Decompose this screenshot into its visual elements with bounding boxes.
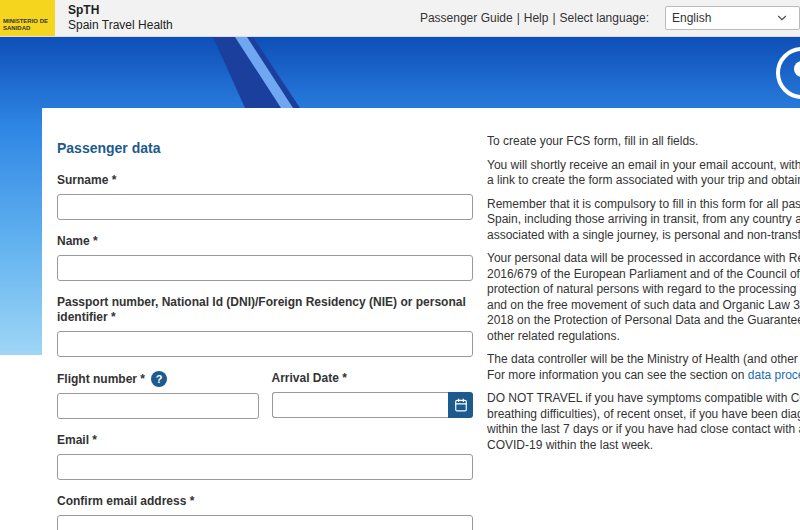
form-field: Passport number, National Id (DNI)/Forei…: [57, 295, 473, 357]
info-line: Spain, including those arriving in trans…: [487, 212, 800, 228]
text-input[interactable]: [57, 255, 473, 281]
header-link[interactable]: Help: [524, 9, 549, 27]
field-label: Surname *: [57, 173, 473, 188]
header-links: Passenger Guide|Help|Select language:: [420, 9, 649, 27]
info-paragraph: The data controller will be the Ministry…: [487, 352, 800, 383]
info-line: Your personal data will be processed in …: [487, 251, 800, 267]
language-select[interactable]: English: [665, 6, 800, 30]
form-field: Arrival Date *: [272, 371, 474, 419]
info-paragraph: DO NOT TRAVEL if you have symptoms compa…: [487, 391, 800, 453]
info-text: To create your FCS form, fill in all fie…: [487, 108, 800, 530]
form-row: Surname *: [57, 173, 473, 220]
info-line: DO NOT TRAVEL if you have symptoms compa…: [487, 391, 800, 407]
text-input[interactable]: [57, 515, 473, 530]
header-link[interactable]: Passenger Guide: [420, 9, 513, 27]
form-row: Confirm email address *: [57, 494, 473, 530]
info-line: and on the free movement of such data an…: [487, 298, 800, 314]
form-row: Name *: [57, 234, 473, 281]
info-paragraph: To create your FCS form, fill in all fie…: [487, 134, 800, 150]
info-line: within the last 7 days or if you have ha…: [487, 422, 800, 438]
data-processing-link[interactable]: data process: [748, 368, 800, 382]
form-row: Flight number *? Arrival Date *: [57, 371, 473, 419]
emblem-icon: [770, 45, 800, 107]
date-input[interactable]: [272, 392, 449, 418]
form-title: Passenger data: [57, 141, 473, 156]
date-field: [272, 392, 474, 418]
info-line: For more information you can see the sec…: [487, 368, 800, 384]
page: MINISTERIO DE SANIDAD SpTHSpain Travel He…: [0, 0, 800, 530]
app-title: SpTHSpain Travel Health: [68, 3, 173, 33]
info-line: a link to create the form associated wit…: [487, 173, 800, 189]
form-field: Surname *: [57, 173, 473, 220]
form-row: Passport number, National Id (DNI)/Forei…: [57, 295, 473, 357]
field-label: Confirm email address *: [57, 494, 473, 509]
field-label: Arrival Date *: [272, 371, 474, 386]
calendar-icon: [454, 398, 468, 412]
info-line: The data controller will be the Ministry…: [487, 352, 800, 368]
info-line: 2016/679 of the European Parliament and …: [487, 267, 800, 283]
field-label: Name *: [57, 234, 473, 249]
field-label: Passport number, National Id (DNI)/Forei…: [57, 295, 473, 325]
form-field: Flight number *?: [57, 371, 259, 419]
info-paragraph: Remember that it is compulsory to fill i…: [487, 197, 800, 244]
ministry-logo: MINISTERIO DE SANIDAD: [0, 0, 55, 36]
separator: |: [552, 9, 555, 27]
info-paragraph: You will shortly receive an email in you…: [487, 158, 800, 189]
info-line: COVID-19 within the last week.: [487, 438, 800, 454]
passenger-form: Passenger data Surname * Name * Passport nu…: [57, 108, 473, 530]
info-line: protection of natural persons with regar…: [487, 282, 800, 298]
info-line: associated with a single journey, is per…: [487, 228, 800, 244]
form-field: Email *: [57, 433, 473, 480]
text-input[interactable]: [57, 194, 473, 220]
form-field: Name *: [57, 234, 473, 281]
info-line: To create your FCS form, fill in all fie…: [487, 134, 800, 150]
field-label: Flight number *?: [57, 371, 259, 387]
airplane-tail-icon: [205, 37, 305, 108]
text-input[interactable]: [57, 393, 259, 419]
form-field: Confirm email address *: [57, 494, 473, 530]
form-row: Email *: [57, 433, 473, 480]
calendar-button[interactable]: [448, 392, 473, 418]
separator: |: [517, 9, 520, 27]
text-input[interactable]: [57, 454, 473, 480]
info-line: Remember that it is compulsory to fill i…: [487, 197, 800, 213]
info-line: other related regulations.: [487, 329, 800, 345]
form-panel: Passenger data Surname * Name * Passport nu…: [42, 108, 800, 530]
text-input[interactable]: [57, 331, 473, 357]
help-icon[interactable]: ?: [151, 371, 167, 387]
top-bar: MINISTERIO DE SANIDAD SpTHSpain Travel He…: [0, 0, 800, 37]
chevron-icon: [775, 11, 789, 25]
info-line: breathing difficulties), of recent onset…: [487, 407, 800, 423]
language-label: Select language:: [560, 9, 649, 27]
info-paragraph: Your personal data will be processed in …: [487, 251, 800, 344]
info-line: 2018 on the Protection of Personal Data …: [487, 313, 800, 329]
info-line: You will shortly receive an email in you…: [487, 158, 800, 174]
field-label: Email *: [57, 433, 473, 448]
content-area: Passenger data Surname * Name * Passport nu…: [0, 37, 800, 530]
